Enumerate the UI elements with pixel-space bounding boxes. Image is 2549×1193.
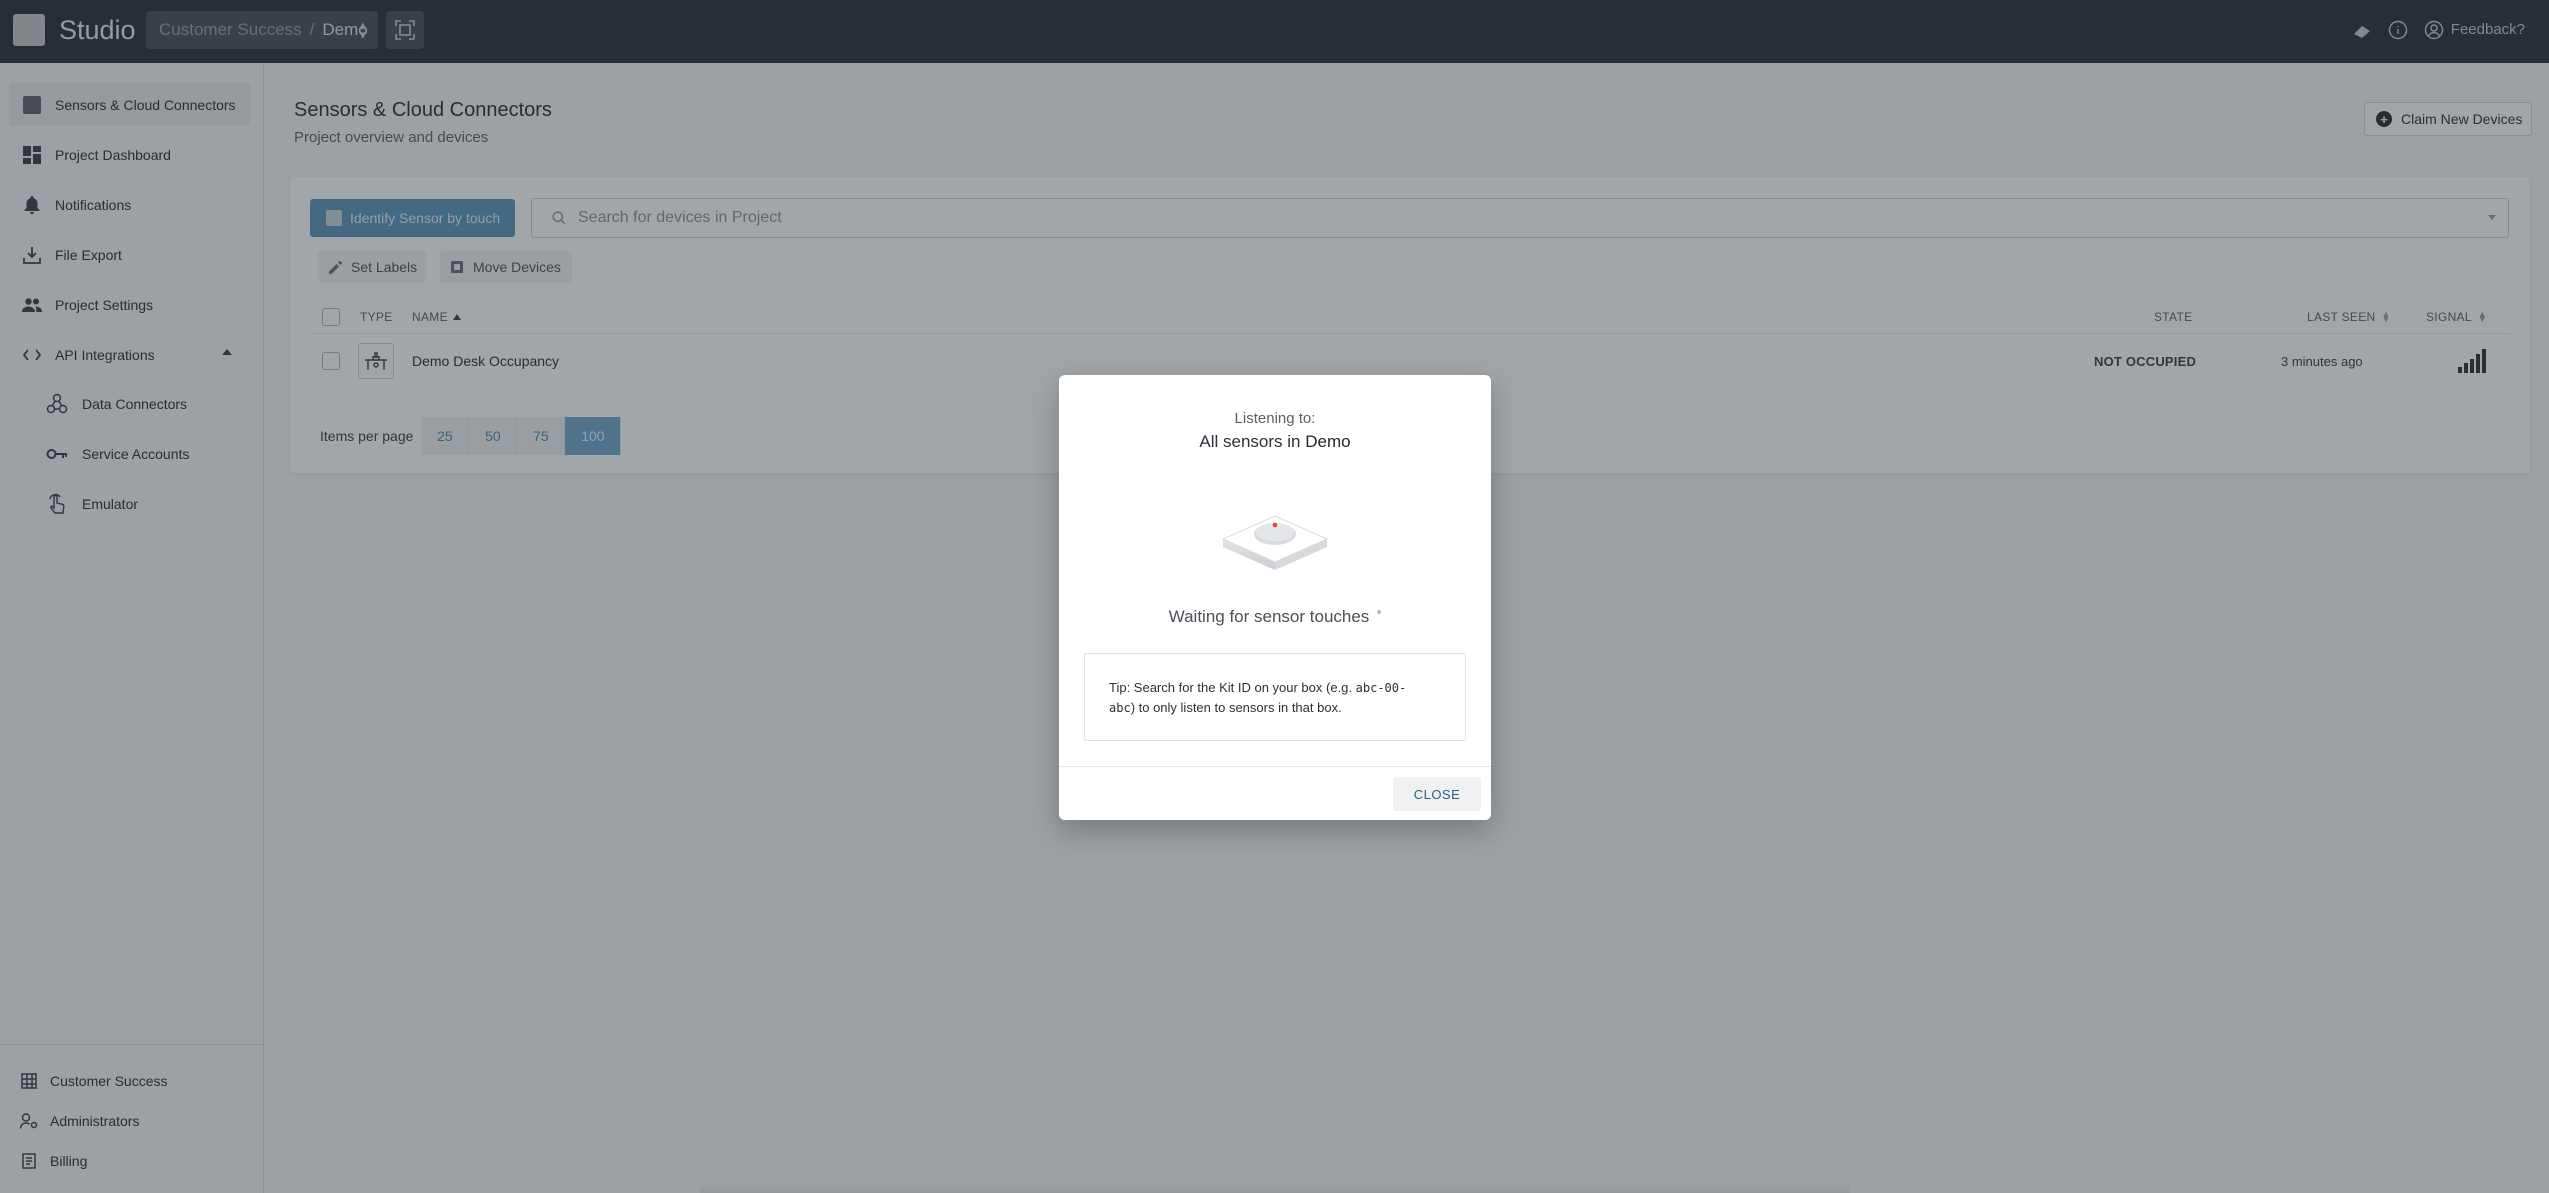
sensor-device-icon — [1221, 515, 1329, 570]
tip-code-a: abc-00- — [1355, 681, 1407, 695]
identify-sensor-dialog: Listening to: All sensors in Demo Waitin… — [1059, 375, 1491, 820]
dialog-footer: CLOSE — [1059, 766, 1491, 820]
tip-text-2: ) to only listen to sensors in that box. — [1130, 700, 1342, 715]
listening-target: All sensors in Demo — [1059, 432, 1491, 452]
waiting-status: Waiting for sensor touches — [1059, 607, 1491, 627]
loading-dot-icon — [1377, 610, 1382, 614]
tip-code-b: abc — [1109, 701, 1131, 715]
waiting-text: Waiting for sensor touches — [1168, 607, 1370, 626]
tip-box: Tip: Search for the Kit ID on your box (… — [1084, 653, 1466, 741]
target-prefix: All sensors in — [1199, 432, 1301, 451]
target-project: Demo — [1305, 432, 1351, 451]
listening-label: Listening to: — [1234, 410, 1316, 427]
close-button[interactable]: CLOSE — [1393, 777, 1481, 811]
tip-text-1: Tip: Search for the Kit ID on your box (… — [1109, 680, 1356, 695]
